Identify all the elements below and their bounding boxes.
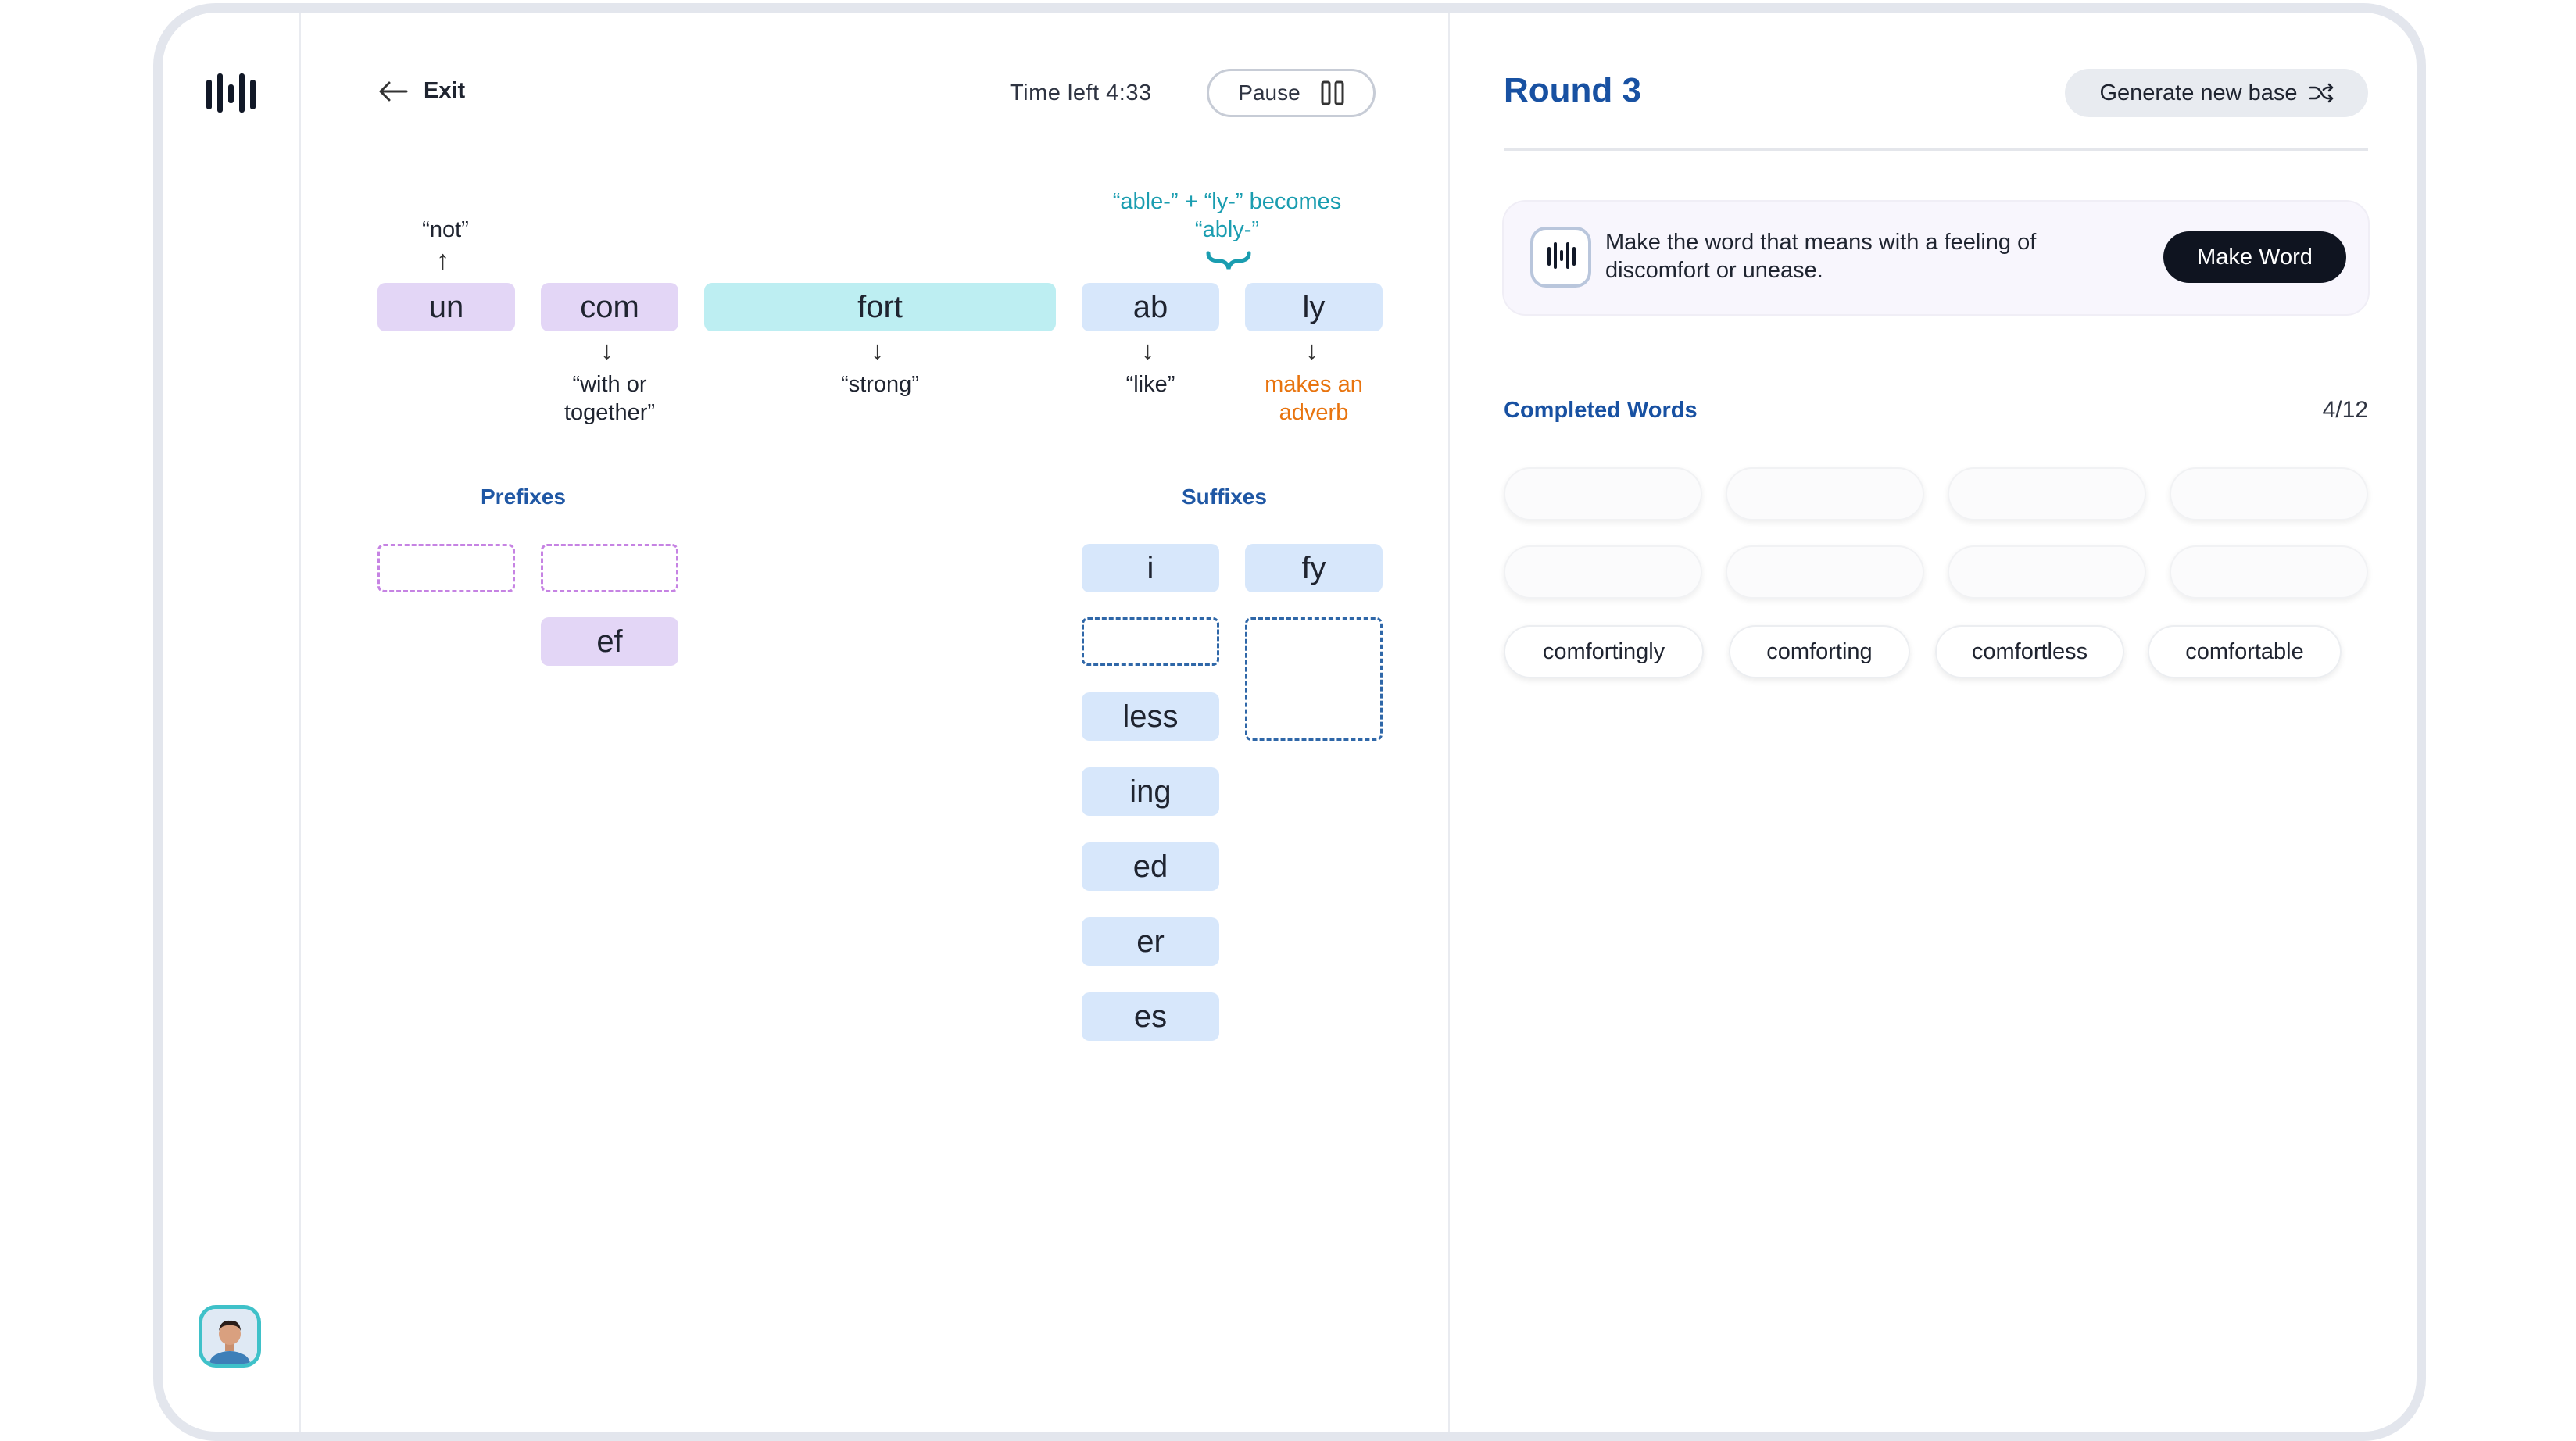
prefix-empty-slot[interactable] [541, 544, 678, 592]
word-tile-ly[interactable]: ly [1245, 283, 1383, 331]
word-tile-base[interactable]: fort [704, 283, 1056, 331]
pause-label: Pause [1238, 80, 1301, 105]
header-rule [1504, 148, 2368, 151]
arrow-up-un: ↑ [436, 245, 449, 275]
arrow-down-fort: ↓ [871, 336, 884, 366]
completed-words-label: Completed Words [1504, 398, 1698, 423]
completed-count: 4/12 [2322, 397, 2368, 423]
gloss-ly-line2: adverb [1279, 400, 1349, 425]
generate-label: Generate new base [2099, 80, 2298, 105]
arrow-down-ly: ↓ [1305, 336, 1318, 366]
gloss-un: “not” [422, 217, 469, 242]
gloss-com: “with or together” [531, 370, 688, 427]
make-word-button[interactable]: Make Word [2163, 231, 2346, 283]
word-tile-com[interactable]: com [541, 283, 678, 331]
completed-word-chip[interactable]: comfortingly [1504, 625, 1704, 678]
suffix-tile[interactable]: fy [1245, 544, 1383, 592]
empty-word-slot [1726, 545, 1924, 599]
exit-label: Exit [424, 78, 466, 103]
prompt-text: Make the word that means with a feeling … [1605, 230, 2037, 283]
arrow-down-ab: ↓ [1141, 336, 1154, 366]
app-logo-icon [1530, 227, 1591, 288]
suffix-tile[interactable]: less [1082, 692, 1219, 741]
round-title: Round 3 [1504, 71, 1641, 109]
app-logo-icon[interactable] [206, 72, 256, 113]
prompt-card: Make the word that means with a feeling … [1504, 202, 2368, 314]
gloss-ab: “like” [1125, 372, 1175, 397]
empty-word-slot [1504, 467, 1702, 520]
suffix-tile[interactable]: ed [1082, 842, 1219, 891]
suffix-tile[interactable]: es [1082, 992, 1219, 1041]
suffixes-label: Suffixes [1182, 485, 1267, 509]
empty-word-slot [1948, 545, 2146, 599]
gloss-ly: makes an adverb [1236, 370, 1392, 427]
suffix-tile[interactable]: ing [1082, 767, 1219, 816]
completed-word-chip[interactable]: comfortable [2148, 625, 2342, 678]
pause-button[interactable]: Pause [1207, 69, 1376, 117]
word-tile-ab[interactable]: ab [1082, 283, 1219, 331]
empty-word-slot [2170, 545, 2368, 599]
shuffle-icon [2309, 83, 2333, 103]
empty-word-slot [1948, 467, 2146, 520]
empty-word-slot [1726, 467, 1924, 520]
panel-divider [1448, 13, 1450, 1432]
time-left: Time left 4:33 [1010, 80, 1152, 105]
sidebar-divider [299, 13, 301, 1432]
generate-new-base-button[interactable]: Generate new base [2065, 69, 2368, 117]
prefix-tile[interactable]: ef [541, 617, 678, 666]
rule-note: “able-” + “ly-” becomes “ably-” [1063, 188, 1391, 244]
gloss-fort: “strong” [841, 372, 919, 397]
word-tile-un[interactable]: un [377, 283, 515, 331]
rule-note-line1: “able-” + “ly-” becomes [1112, 189, 1342, 214]
gloss-com-line2: together” [564, 400, 656, 425]
gloss-ly-line1: makes an [1265, 372, 1363, 397]
suffix-empty-slot[interactable] [1245, 617, 1383, 741]
suffix-tile[interactable]: i [1082, 544, 1219, 592]
avatar[interactable] [199, 1305, 261, 1368]
brace-icon [1206, 251, 1251, 270]
arrow-down-com: ↓ [600, 336, 614, 366]
suffix-empty-slot[interactable] [1082, 617, 1219, 666]
back-arrow-icon [379, 81, 408, 101]
exit-button[interactable]: Exit [378, 78, 465, 104]
gloss-com-line1: “with or [572, 372, 647, 397]
prefix-empty-slot[interactable] [377, 544, 515, 592]
rule-note-line2: “ably-” [1194, 217, 1260, 242]
pause-icon [1321, 80, 1344, 105]
suffix-tile[interactable]: er [1082, 917, 1219, 966]
empty-word-slot [1504, 545, 1702, 599]
completed-word-chip[interactable]: comforting [1729, 625, 1910, 678]
empty-word-slot [2170, 467, 2368, 520]
prefixes-label: Prefixes [481, 485, 566, 509]
completed-word-chip[interactable]: comfortless [1935, 625, 2124, 678]
